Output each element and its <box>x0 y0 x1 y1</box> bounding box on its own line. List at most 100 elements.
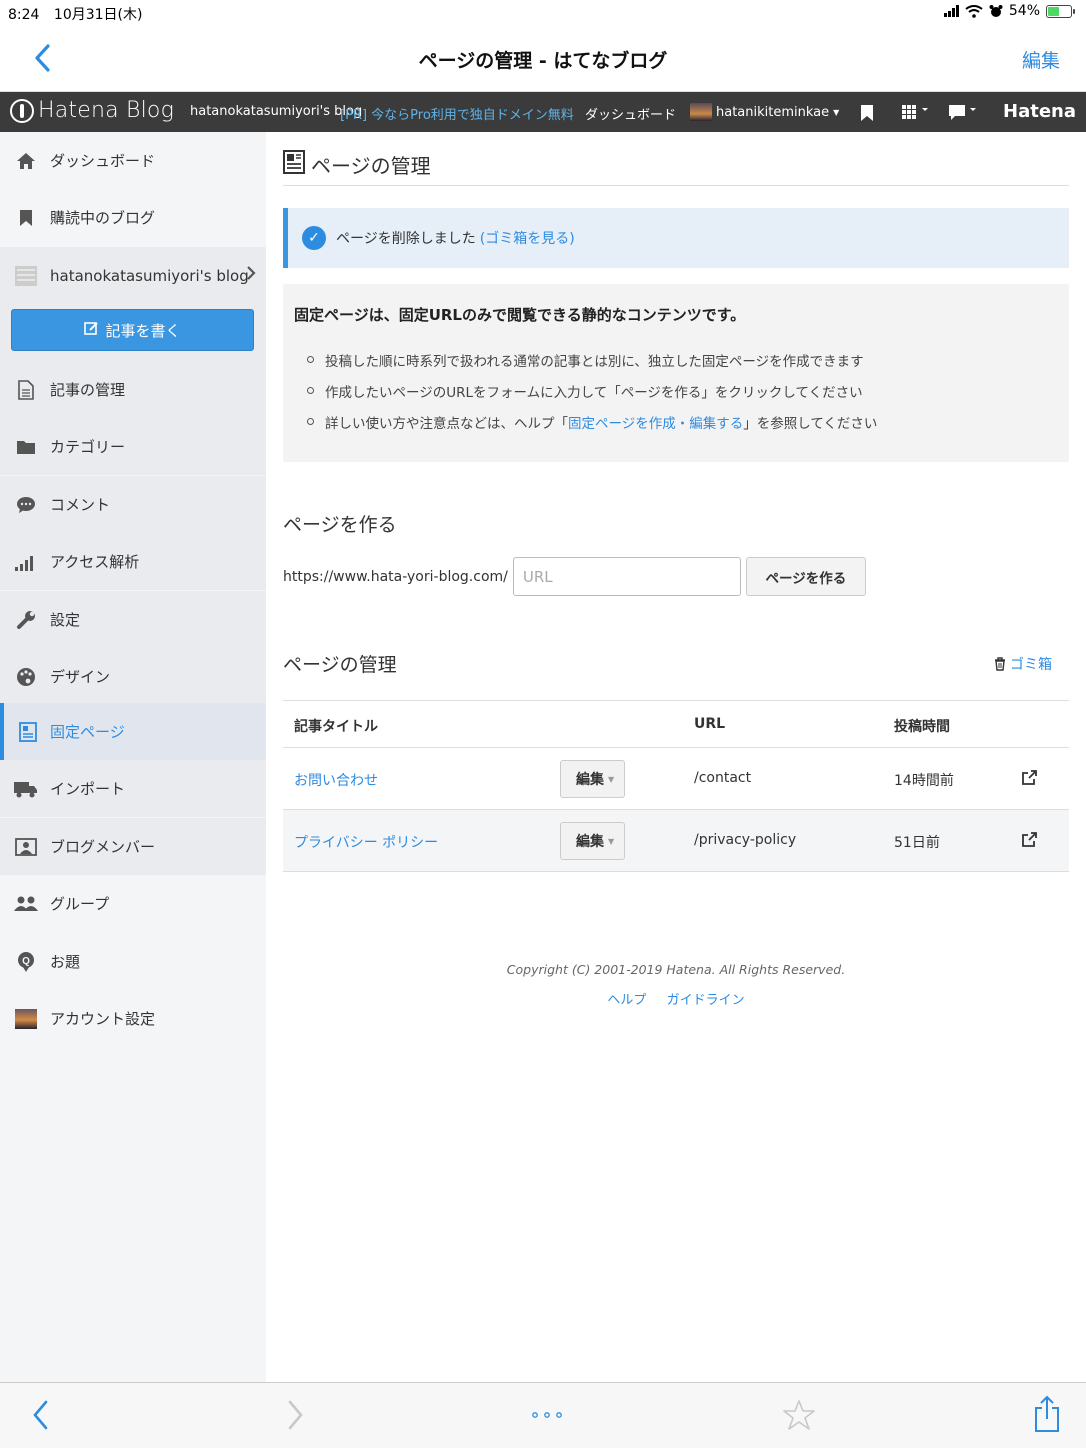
info-item: 投稿した順に時系列で扱われる通常の記事とは別に、独立した固定ページを作成できます <box>307 344 877 375</box>
sidebar: ダッシュボード 購読中のブログ hatanokatasumiyori's blo… <box>0 132 266 1382</box>
chevron-right-icon <box>246 265 256 285</box>
wifi-icon <box>965 4 983 18</box>
share-icon[interactable] <box>1033 1395 1061 1433</box>
home-icon <box>0 152 50 170</box>
page-icon <box>283 150 305 174</box>
sidebar-item-import[interactable]: インポート <box>0 760 266 817</box>
hatena-header: Hatena Blog hatanokatasumiyori's blog [P… <box>0 92 1086 132</box>
topic-icon: Q <box>0 951 50 973</box>
edit-label: 編集 <box>576 772 604 788</box>
info-item-text: 詳しい使い方や注意点などは、ヘルプ「 <box>325 415 568 432</box>
sidebar-item-blog-members[interactable]: ブログメンバー <box>0 818 266 875</box>
bottom-toolbar <box>0 1382 1086 1448</box>
footer-links: ヘルプ ガイドライン <box>266 989 1086 1008</box>
sidebar-item-label: コメント <box>50 496 111 514</box>
star-icon[interactable] <box>782 1399 816 1431</box>
header-promo-link[interactable]: [PR] 今ならPro利用で独自ドメイン無料 <box>340 104 574 123</box>
sidebar-item-dashboard[interactable]: ダッシュボード <box>0 132 266 189</box>
info-item-text: 投稿した順に時系列で扱われる通常の記事とは別に、独立した固定ページを作成できます <box>325 353 864 370</box>
sidebar-item-group[interactable]: グループ <box>0 875 266 932</box>
sidebar-item-label: お題 <box>50 953 81 971</box>
sidebar-item-label: 購読中のブログ <box>50 209 156 227</box>
page-title-text: ページの管理 <box>311 154 431 178</box>
info-item: 詳しい使い方や注意点などは、ヘルプ「 固定ページを作成・編集する 」を参照してくださ… <box>307 406 877 437</box>
bookmark-icon[interactable] <box>860 104 874 122</box>
sidebar-item-fixed-page[interactable]: 固定ページ <box>0 703 266 760</box>
more-dots-icon[interactable] <box>531 1411 563 1419</box>
cellular-signal-icon <box>943 5 959 17</box>
create-page-form: https://www.hata-yori-blog.com/ ページを作る <box>283 557 866 596</box>
sidebar-item-label: インポート <box>50 780 126 798</box>
sidebar-item-analytics[interactable]: アクセス解析 <box>0 533 266 590</box>
nav-edit-button[interactable]: 編集 <box>1022 46 1060 73</box>
apps-grid-icon[interactable] <box>902 104 930 124</box>
header-dashboard-link[interactable]: ダッシュボード <box>585 104 676 123</box>
sidebar-item-topic[interactable]: Q お題 <box>0 933 266 990</box>
edit-dropdown-button[interactable]: 編集 ▼ <box>560 760 625 798</box>
sidebar-item-label: ブログメンバー <box>50 838 156 856</box>
edit-label: 編集 <box>576 834 604 850</box>
edit-dropdown-button[interactable]: 編集 ▼ <box>560 822 625 860</box>
status-date: 10月31日(木) <box>53 7 143 23</box>
help-fixed-page-link[interactable]: 固定ページを作成・編集する <box>568 412 743 432</box>
battery-icon <box>1046 4 1075 18</box>
user-avatar <box>690 103 712 121</box>
create-page-button[interactable]: ページを作る <box>745 557 866 596</box>
status-bar: 8:24 10月31日(木) 54% <box>0 0 1086 26</box>
sidebar-item-label: 固定ページ <box>50 723 125 741</box>
trash-link[interactable]: ゴミ箱 <box>994 654 1052 674</box>
trash-label: ゴミ箱 <box>1010 657 1052 673</box>
chart-icon <box>0 553 50 571</box>
sidebar-item-entries[interactable]: 記事の管理 <box>0 361 266 418</box>
sidebar-item-subscriptions[interactable]: 購読中のブログ <box>0 189 266 246</box>
sidebar-item-account-settings[interactable]: アカウント設定 <box>0 990 266 1047</box>
page-title: ページの管理 <box>283 150 1069 186</box>
page-title-link[interactable]: プライバシー ポリシー <box>294 832 438 852</box>
hatena-blog-logo[interactable]: Hatena Blog <box>10 98 174 123</box>
view-trash-link[interactable]: (ゴミ箱を見る) <box>480 228 575 248</box>
edit-pencil-icon <box>84 321 99 340</box>
logo-text: Hatena Blog <box>38 98 174 123</box>
hatena-blog-logo-icon <box>10 98 34 123</box>
url-input[interactable] <box>512 557 741 596</box>
notification-comment-icon[interactable] <box>948 104 978 126</box>
sidebar-item-settings[interactable]: 設定 <box>0 591 266 648</box>
blog-icon <box>0 265 50 286</box>
caret-down-icon: ▼ <box>608 774 615 784</box>
document-icon <box>0 379 50 400</box>
bookmark-icon <box>0 209 50 227</box>
sidebar-item-comment[interactable]: コメント <box>0 476 266 533</box>
header-user-menu[interactable]: hatanikiteminkae ▼ <box>690 103 839 121</box>
back-chevron-icon[interactable] <box>30 1399 52 1431</box>
sidebar-item-label: 記事の管理 <box>50 381 126 399</box>
external-link-icon[interactable] <box>1021 770 1037 790</box>
forward-chevron-icon[interactable] <box>284 1399 306 1431</box>
external-link-icon[interactable] <box>1021 832 1037 852</box>
hatena-logo[interactable]: Hatena <box>1003 101 1076 122</box>
page-url: /privacy-policy <box>694 832 797 848</box>
account-avatar-icon <box>0 1008 50 1029</box>
write-article-button[interactable]: 記事を書く <box>11 309 254 351</box>
info-item: 作成したいページのURLをフォームに入力して「ページを作る」をクリックしてくださ… <box>307 375 877 406</box>
sidebar-item-category[interactable]: カテゴリー <box>0 418 266 475</box>
pages-table: 記事タイトル URL 投稿時間 お問い合わせ 編集 ▼ /contact 14時間… <box>283 700 1069 872</box>
col-time: 投稿時間 <box>894 719 950 735</box>
help-link[interactable]: ヘルプ <box>607 993 646 1008</box>
folder-icon <box>0 439 50 455</box>
page-title-link[interactable]: お問い合わせ <box>294 770 378 790</box>
delete-notice: ✓ ページを削除しました (ゴミ箱を見る) <box>283 208 1069 268</box>
guideline-link[interactable]: ガイドライン <box>667 993 745 1008</box>
sidebar-item-label: ダッシュボード <box>50 152 156 170</box>
sidebar-item-blog[interactable]: hatanokatasumiyori's blog <box>0 247 266 304</box>
sidebar-item-label: カテゴリー <box>50 438 126 456</box>
sidebar-item-label: グループ <box>50 895 110 913</box>
sidebar-item-design[interactable]: デザイン <box>0 648 266 705</box>
sidebar-item-label: hatanokatasumiyori's blog <box>50 266 249 285</box>
table-header: 記事タイトル URL 投稿時間 <box>283 701 1069 748</box>
navigation-bar: ページの管理 - はてなブログ 編集 <box>0 26 1086 92</box>
main-content: ページの管理 ✓ ページを削除しました (ゴミ箱を見る) 固定ページは、固定UR… <box>266 132 1086 1382</box>
header-blog-link[interactable]: hatanokatasumiyori's blog <box>190 104 362 119</box>
table-row: お問い合わせ 編集 ▼ /contact 14時間前 <box>283 748 1069 810</box>
caret-down-icon: ▼ <box>833 107 840 117</box>
info-box: 固定ページは、固定URLのみで閲覧できる静的なコンテンツです。 投稿した順に時系… <box>283 284 1069 462</box>
